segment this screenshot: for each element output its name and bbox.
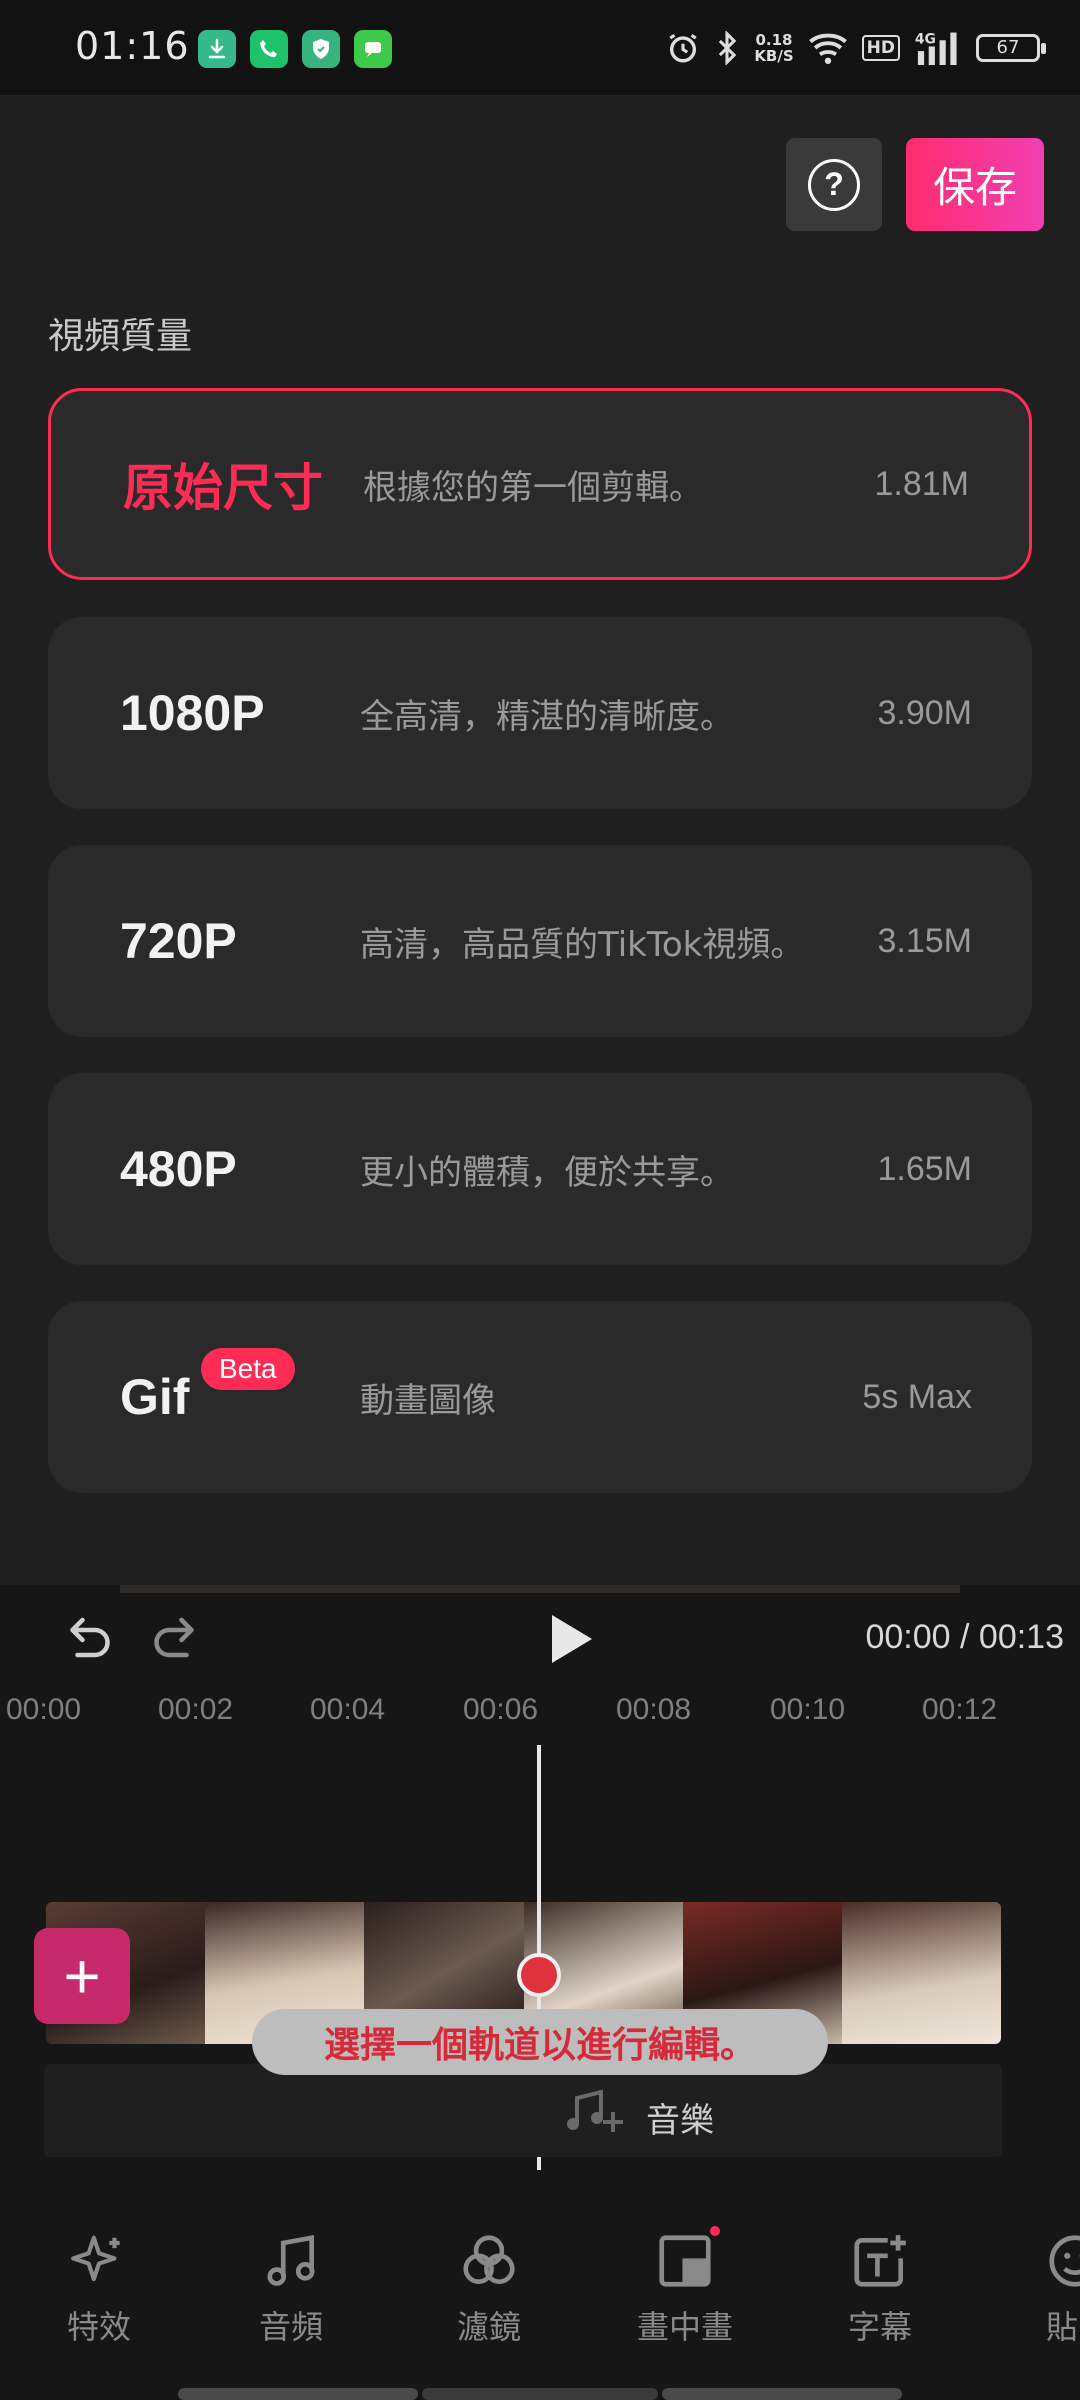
alarm-icon: [669, 33, 697, 63]
beta-badge: Beta: [201, 1348, 295, 1390]
export-quality-sheet: ? 保存 視頻質量 原始尺寸 根據您的第一個剪輯。 1.81M 1080P 全高…: [0, 95, 1080, 1585]
help-button[interactable]: ?: [786, 138, 882, 231]
question-icon: ?: [808, 158, 860, 211]
add-clip-button[interactable]: +: [34, 1928, 130, 2024]
play-icon[interactable]: [536, 1607, 600, 1671]
bluetooth-icon: [719, 31, 737, 65]
quality-name: 480P: [120, 1141, 237, 1197]
tool-label: 音頻: [258, 2308, 323, 2346]
status-time: 01:16: [75, 24, 190, 68]
tool-filters[interactable]: 濾鏡: [424, 2230, 554, 2348]
sparkle-icon: [71, 2235, 120, 2282]
quality-size: 3.15M: [877, 921, 973, 960]
ruler-tick: 00:00: [6, 1693, 82, 1726]
tool-label: 特效: [66, 2308, 131, 2346]
signal-icon: 4G: [915, 31, 957, 65]
phone-icon: [250, 30, 288, 68]
video-preview-edge: [120, 1585, 960, 1593]
quality-description: 高清，高品質的TikTok視頻。: [360, 924, 805, 965]
scroll-indicator: [422, 2388, 658, 2400]
ruler-tick: 00:02: [158, 1693, 234, 1726]
filter-icon: [463, 2235, 515, 2284]
shield-icon: [302, 30, 340, 68]
redo-icon[interactable]: [144, 1610, 204, 1670]
status-bar: 01:16 0.18 KB/S HD 4G 67: [0, 0, 1080, 95]
quality-option-480p[interactable]: 480P 更小的體積，便於共享。 1.65M: [48, 1073, 1032, 1265]
quality-description: 動畫圖像: [360, 1380, 496, 1421]
text-add-icon: [854, 2235, 906, 2287]
select-track-tooltip: 選擇一個軌道以進行編輯。: [252, 2009, 828, 2075]
ruler-tick: 00:10: [770, 1693, 846, 1726]
quality-name: 1080P: [120, 685, 265, 741]
scroll-indicator: [662, 2388, 902, 2400]
quality-description: 全高清，精湛的清晰度。: [360, 696, 734, 737]
tool-label: 貼: [1046, 2308, 1079, 2346]
playhead-marker[interactable]: [517, 1953, 561, 1997]
battery-indicator: 67: [976, 34, 1046, 62]
quality-size: 1.81M: [874, 464, 970, 503]
quality-size: 1.65M: [877, 1149, 973, 1188]
tool-effects[interactable]: 特效: [34, 2230, 164, 2348]
ruler-tick: 00:12: [922, 1693, 998, 1726]
quality-size: 5s Max: [862, 1377, 972, 1416]
quality-name: Gif: [120, 1369, 190, 1425]
picture-in-picture-icon: [659, 2235, 711, 2287]
quality-name: 720P: [120, 913, 237, 969]
music-track-label: 音樂: [646, 2101, 714, 2141]
quality-option-1080p[interactable]: 1080P 全高清，精湛的清晰度。 3.90M: [48, 617, 1032, 809]
quality-option-original[interactable]: 原始尺寸 根據您的第一個剪輯。 1.81M: [48, 388, 1032, 580]
svg-text:4G: 4G: [915, 31, 936, 47]
quality-option-720p[interactable]: 720P 高清，高品質的TikTok視頻。 3.15M: [48, 845, 1032, 1037]
download-icon: [198, 30, 236, 68]
add-music-icon: [567, 2089, 623, 2132]
timeline-ruler: 00:00 00:02 00:04 00:06 00:08 00:10 00:1…: [0, 1693, 1080, 1733]
network-speed: 0.18 KB/S: [754, 31, 794, 65]
status-indicators: 0.18 KB/S HD 4G 67: [666, 26, 1046, 70]
scroll-indicator: [178, 2388, 418, 2400]
quality-description: 更小的體積，便於共享。: [360, 1152, 734, 1193]
bottom-toolbar: 特效 音頻 濾鏡 畫中畫 字幕 貼: [0, 2190, 1080, 2390]
clip-thumbnail: [841, 1902, 1001, 2044]
save-button[interactable]: 保存: [906, 138, 1044, 231]
tool-label: 濾鏡: [456, 2308, 521, 2346]
tool-audio[interactable]: 音頻: [226, 2230, 356, 2348]
quality-name: 原始尺寸: [123, 459, 323, 517]
quality-option-gif[interactable]: Gif Beta 動畫圖像 5s Max: [48, 1301, 1032, 1493]
hd-badge: HD: [861, 35, 900, 61]
tool-captions[interactable]: 字幕: [815, 2230, 945, 2348]
ruler-tick: 00:08: [616, 1693, 692, 1726]
quality-size: 3.90M: [877, 693, 973, 732]
tool-label: 畫中畫: [636, 2308, 733, 2346]
ruler-tick: 00:06: [463, 1693, 539, 1726]
music-track[interactable]: [44, 2064, 1002, 2157]
quality-description: 根據您的第一個剪輯。: [363, 467, 703, 508]
undo-icon[interactable]: [60, 1610, 120, 1670]
sticker-icon: [1049, 2235, 1080, 2287]
tool-picture-in-picture[interactable]: 畫中畫: [620, 2230, 750, 2348]
tool-label: 字幕: [847, 2308, 912, 2346]
section-title-video-quality: 視頻質量: [48, 316, 193, 357]
tool-stickers[interactable]: 貼: [1012, 2230, 1080, 2348]
timecode: 00:00 / 00:13: [865, 1618, 1064, 1656]
new-feature-dot: [710, 2226, 720, 2236]
wifi-icon: [808, 33, 847, 64]
messages-icon: [354, 30, 392, 68]
ruler-tick: 00:04: [310, 1693, 386, 1726]
music-note-icon: [267, 2234, 315, 2286]
